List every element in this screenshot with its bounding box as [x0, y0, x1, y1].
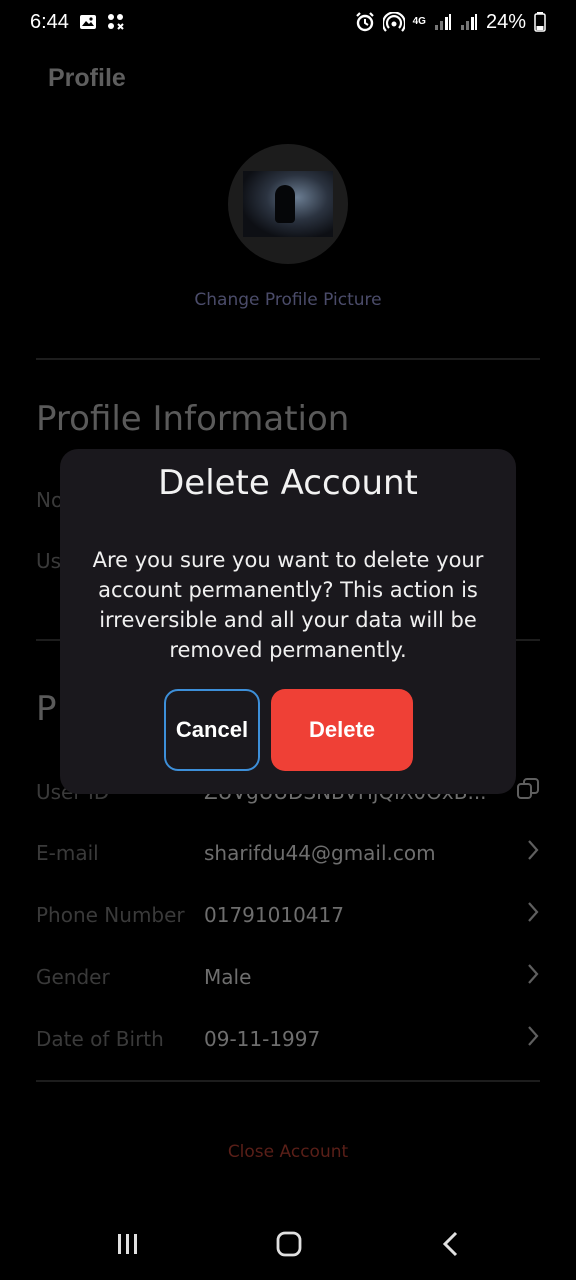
divider: [36, 1080, 540, 1082]
phone-row[interactable]: Phone Number 01791010417: [36, 895, 540, 935]
chevron-right-icon: [516, 901, 540, 929]
email-label: E-mail: [36, 841, 99, 865]
gender-label: Gender: [36, 965, 110, 989]
battery-icon: [534, 12, 546, 32]
signal-icon: [434, 13, 452, 31]
date-of-birth-label: Date of Birth: [36, 1027, 164, 1051]
signal-icon-2: [460, 13, 478, 31]
email-row[interactable]: E-mail sharifdu44@gmail.com: [36, 833, 540, 873]
dialog-message: Are you sure you want to delete your acc…: [92, 548, 484, 662]
date-of-birth-value: 09-11-1997: [204, 1027, 321, 1051]
phone-label: Phone Number: [36, 903, 185, 927]
email-value: sharifdu44@gmail.com: [204, 841, 436, 865]
chevron-right-icon: [516, 1025, 540, 1053]
cancel-button[interactable]: Cancel: [164, 689, 260, 771]
back-icon[interactable]: [431, 1224, 471, 1264]
apps-notification-icon: [107, 13, 125, 31]
network-type-label: 4G: [412, 16, 426, 27]
copy-icon[interactable]: [516, 777, 540, 807]
status-time: 6:44: [30, 10, 69, 33]
battery-percentage: 24%: [485, 10, 526, 33]
avatar[interactable]: [228, 144, 348, 264]
delete-account-dialog: Delete Account Are you sure you want to …: [60, 449, 516, 794]
chevron-right-icon: [516, 963, 540, 991]
page-title: Profile: [48, 64, 126, 92]
system-navigation-bar: [0, 1204, 576, 1280]
profile-information-title: Profile Information: [36, 399, 350, 439]
hotspot-icon: [382, 12, 405, 32]
status-bar: 6:44 4G 24%: [0, 0, 576, 44]
delete-button[interactable]: Delete: [271, 689, 413, 771]
close-account-link[interactable]: Close Account: [0, 1142, 576, 1162]
divider: [36, 358, 540, 360]
gender-row[interactable]: Gender Male: [36, 957, 540, 997]
phone-value: 01791010417: [204, 903, 344, 927]
personal-information-title: P: [36, 689, 57, 729]
change-profile-picture-link[interactable]: Change Profile Picture: [0, 290, 576, 310]
home-icon[interactable]: [269, 1224, 309, 1264]
gallery-icon: [79, 13, 97, 31]
recent-apps-icon[interactable]: [108, 1224, 148, 1264]
avatar-image: [243, 171, 333, 237]
dialog-title: Delete Account: [158, 463, 418, 503]
chevron-right-icon: [516, 839, 540, 867]
gender-value: Male: [204, 965, 252, 989]
alarm-icon: [355, 12, 375, 32]
date-of-birth-row[interactable]: Date of Birth 09-11-1997: [36, 1019, 540, 1059]
